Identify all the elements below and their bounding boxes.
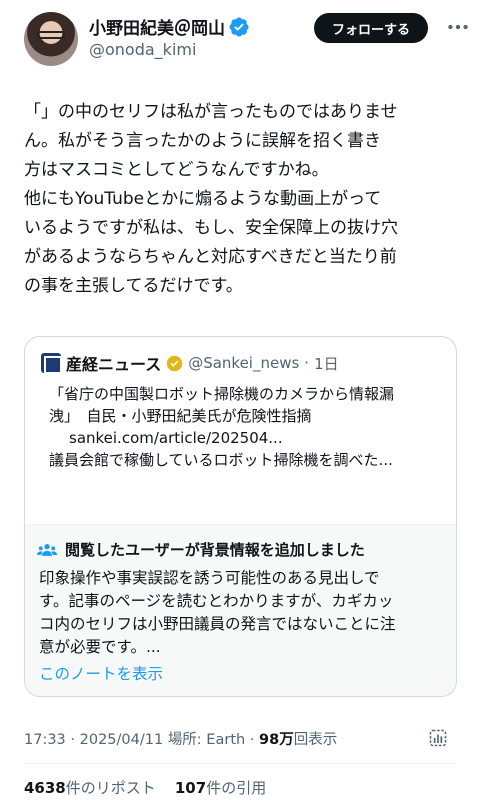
divider bbox=[24, 763, 456, 764]
views-label: 回表示 bbox=[293, 732, 338, 748]
reposts-count: 4638 bbox=[24, 779, 66, 797]
verified-badge-icon bbox=[229, 17, 249, 37]
more-options-icon[interactable] bbox=[445, 14, 471, 40]
tweet-location: 場所: Earth bbox=[167, 732, 246, 748]
note-line: す。記事のページを読むとわかりますが、カギカッ bbox=[39, 592, 394, 610]
note-title: 閲覧したユーザーが背景情報を追加しました bbox=[65, 541, 365, 559]
avatar[interactable] bbox=[24, 12, 78, 66]
quote-line: 「省庁の中国製ロボット掃除機のカメラから情報漏 bbox=[49, 385, 395, 403]
quote-separator: · bbox=[304, 354, 310, 372]
reposts-link[interactable]: 4638件のリポスト bbox=[24, 779, 156, 797]
quote-time: 1日 bbox=[314, 354, 339, 373]
author-name-row[interactable]: 小野田紀美＠岡山 bbox=[89, 14, 249, 39]
quote-line: 議員会館で稼働しているロボット掃除機を調べた... bbox=[49, 451, 393, 469]
follow-button[interactable]: フォローする bbox=[314, 13, 428, 43]
quote-handle: @Sankei_news bbox=[188, 354, 300, 372]
quote-source: 産経ニュース bbox=[66, 355, 162, 374]
tweet-line: の事を主張してるだけです。 bbox=[24, 276, 243, 296]
tweet-meta: 17:33 · 2025/04/11 場所: Earth · 98万回表示 bbox=[24, 732, 338, 748]
engagement-counts: 4638件のリポスト 107件の引用 bbox=[24, 777, 266, 798]
note-line: 意が必要です。... bbox=[39, 638, 161, 656]
sankei-logo bbox=[41, 353, 61, 373]
reposts-label: 件のリポスト bbox=[65, 779, 156, 797]
tweet-time[interactable]: 17:33 bbox=[24, 732, 66, 748]
stats-icon[interactable] bbox=[428, 728, 448, 748]
quote-body: 「省庁の中国製ロボット掃除機のカメラから情報漏 洩」 自民・小野田紀美氏が危険性… bbox=[49, 383, 429, 471]
gold-badge-icon bbox=[166, 355, 183, 371]
quote-card[interactable]: 産経ニュース @Sankei_news · 1日 「省庁の中国製ロボット掃除機の… bbox=[24, 336, 457, 697]
tweet-line: ん。私がそう言ったかのように誤解を招く書き bbox=[24, 131, 381, 151]
quote-link[interactable]: sankei.com/article/202504... bbox=[49, 427, 429, 449]
tweet-line: があるようならちゃんと対応すべきだと当たり前 bbox=[24, 247, 397, 267]
author-name[interactable]: 小野田紀美＠岡山 bbox=[89, 14, 225, 39]
views-count: 98万 bbox=[259, 732, 294, 748]
quotes-label: 件の引用 bbox=[206, 779, 267, 797]
people-icon bbox=[37, 543, 57, 556]
note-line: コ内のセリフは小野田議員の発言ではないことに注 bbox=[39, 615, 396, 633]
quotes-link[interactable]: 107件の引用 bbox=[175, 779, 266, 797]
author-handle[interactable]: @onoda_kimi bbox=[89, 40, 196, 59]
quotes-count: 107 bbox=[174, 779, 207, 797]
quote-header: 産経ニュース @Sankei_news · 1日 bbox=[41, 351, 339, 375]
show-note-link[interactable]: このノートを表示 bbox=[39, 662, 163, 684]
tweet-line: 他にもYouTubeとかに煽るような動画上がって bbox=[24, 189, 382, 209]
tweet-line: いるようですが私は、もし、安全保障上の抜け穴 bbox=[24, 218, 398, 238]
tweet-date[interactable]: 2025/04/11 bbox=[80, 732, 164, 748]
community-note: 閲覧したユーザーが背景情報を追加しました 印象操作や事実誤認を誘う可能性のある見… bbox=[25, 524, 456, 696]
tweet-line: 「」の中のセリフは私が言ったものではありませ bbox=[24, 102, 398, 122]
quote-line: 洩」 自民・小野田紀美氏が危険性指摘 bbox=[49, 407, 312, 425]
note-header: 閲覧したユーザーが背景情報を追加しました bbox=[37, 539, 365, 560]
note-line: 印象操作や事実誤認を誘う可能性のある見出しで bbox=[39, 569, 380, 587]
note-body: 印象操作や事実誤認を誘う可能性のある見出しで す。記事のページを読むとわかります… bbox=[39, 567, 439, 659]
tweet-line: 方はマスコミとしてどうなんですかね。 bbox=[24, 160, 329, 180]
tweet-header: 小野田紀美＠岡山 @onoda_kimi フォローする bbox=[0, 0, 480, 80]
tweet-text: 「」の中のセリフは私が言ったものではありませ ん。私がそう言ったかのように誤解を… bbox=[24, 98, 464, 301]
